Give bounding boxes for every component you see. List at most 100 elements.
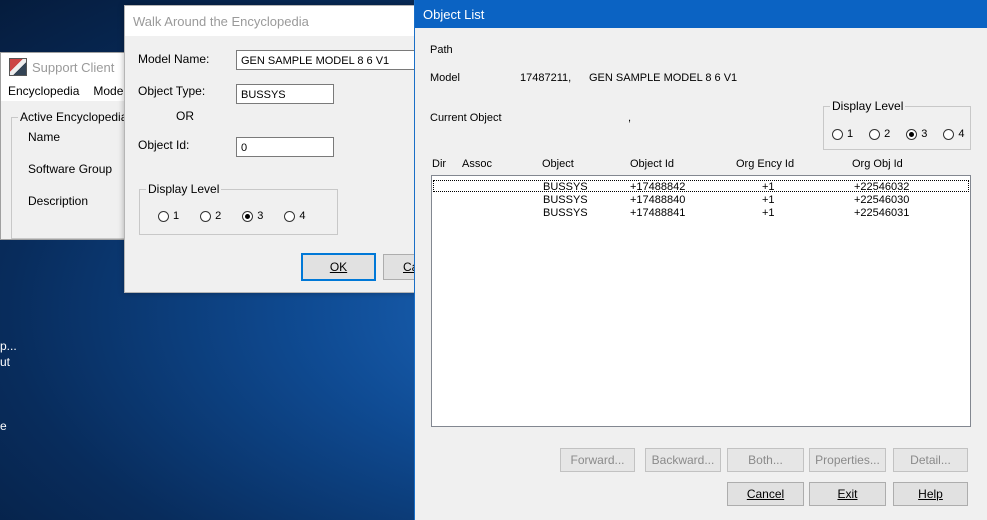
object-id-input[interactable]: 0 xyxy=(236,137,334,157)
path-label: Path xyxy=(430,44,453,56)
app-icon xyxy=(9,58,27,76)
column-header-org-ency-id[interactable]: Org Ency Id xyxy=(736,158,794,170)
exit-button-label: Exit xyxy=(837,487,858,501)
object-id-label: Object Id: xyxy=(138,138,190,152)
ol-level-4-option[interactable]: 4 xyxy=(943,128,965,140)
software-group-label: Software Group xyxy=(28,162,113,176)
object-list-titlebar[interactable]: Object List xyxy=(415,0,987,28)
level-2-label: 2 xyxy=(215,210,222,222)
properties-button[interactable]: Properties... xyxy=(809,448,886,472)
exit-button[interactable]: Exit xyxy=(809,482,886,506)
or-label: OR xyxy=(176,109,194,123)
model-name-input[interactable]: GEN SAMPLE MODEL 8 6 V1 xyxy=(236,50,421,70)
desktop-line: ut xyxy=(0,355,11,369)
backward-button-label: Backward... xyxy=(651,453,715,467)
row-1-org-obj-id[interactable]: +22546032 xyxy=(854,181,909,193)
ol-level-4-label: 4 xyxy=(958,128,965,140)
object-list-display-level-label: Display Level xyxy=(830,99,906,113)
walk-dialog-titlebar[interactable]: Walk Around the Encyclopedia xyxy=(125,6,425,36)
object-list-dialog: Object List Path Model 17487211, GEN SAM… xyxy=(414,0,987,520)
ol-level-1-option[interactable]: 1 xyxy=(832,128,853,140)
row-2-object-id[interactable]: +17488840 xyxy=(630,194,685,206)
ol-level-1-label: 1 xyxy=(847,128,854,140)
ol-level-3-option[interactable]: 3 xyxy=(906,128,927,140)
radio-selected-icon xyxy=(242,210,254,222)
forward-button[interactable]: Forward... xyxy=(560,448,635,472)
level-1-label: 1 xyxy=(173,210,180,222)
properties-button-label: Properties... xyxy=(815,453,880,467)
walk-around-dialog: Walk Around the Encyclopedia Model Name:… xyxy=(124,5,426,293)
help-button-label: Help xyxy=(918,487,943,501)
radio-icon xyxy=(200,210,212,222)
model-name-label: Model Name: xyxy=(138,52,210,66)
both-button-label: Both... xyxy=(748,453,783,467)
support-client-titlebar[interactable]: Support Client xyxy=(1,53,131,81)
row-1-object-id[interactable]: +17488842 xyxy=(630,181,685,193)
support-client-window: Support Client Encyclopedia Model Active… xyxy=(0,52,143,240)
radio-icon xyxy=(943,128,955,140)
description-label: Description xyxy=(28,194,89,208)
ol-level-3-label: 3 xyxy=(921,128,928,140)
ok-button-label: OK xyxy=(329,260,348,274)
row-1-org-ency-id[interactable]: +1 xyxy=(762,181,775,193)
display-level-group: Display Level 1 2 3 4 xyxy=(139,182,338,235)
column-header-assoc[interactable]: Assoc xyxy=(462,158,492,170)
radio-icon xyxy=(284,210,296,222)
radio-icon xyxy=(869,128,881,140)
current-object-label: Current Object xyxy=(430,112,502,124)
walk-dialog-title: Walk Around the Encyclopedia xyxy=(133,13,309,29)
level-4-label: 4 xyxy=(299,210,306,222)
ok-button[interactable]: OK xyxy=(301,253,376,281)
level-2-option[interactable]: 2 xyxy=(200,210,221,222)
row-3-org-obj-id[interactable]: +22546031 xyxy=(854,207,909,219)
row-2-object[interactable]: BUSSYS xyxy=(543,194,588,206)
help-button[interactable]: Help xyxy=(893,482,968,506)
cancel-button-label: Cancel xyxy=(746,487,785,501)
backward-button[interactable]: Backward... xyxy=(645,448,721,472)
object-list-display-level-group: Display Level 1 2 3 4 xyxy=(823,99,971,150)
level-1-option[interactable]: 1 xyxy=(158,210,179,222)
row-2-org-obj-id[interactable]: +22546030 xyxy=(854,194,909,206)
radio-selected-icon xyxy=(906,128,918,140)
current-object-value: , xyxy=(628,112,632,124)
level-3-option[interactable]: 3 xyxy=(242,210,263,222)
level-3-label: 3 xyxy=(257,210,264,222)
model-id-value: 17487211, xyxy=(520,72,572,84)
row-3-org-ency-id[interactable]: +1 xyxy=(762,207,775,219)
model-label: Model xyxy=(430,72,460,84)
desktop-line: p... xyxy=(0,339,17,353)
model-name-value: GEN SAMPLE MODEL 8 6 V1 xyxy=(589,72,738,84)
column-header-object-id[interactable]: Object Id xyxy=(630,158,674,170)
radio-icon xyxy=(158,210,169,222)
both-button[interactable]: Both... xyxy=(727,448,804,472)
display-level-label: Display Level xyxy=(146,182,222,196)
name-label: Name xyxy=(28,130,61,144)
radio-icon xyxy=(832,128,843,140)
ol-level-2-label: 2 xyxy=(884,128,891,140)
desktop-line: e xyxy=(0,419,7,433)
object-type-input[interactable]: BUSSYS xyxy=(236,84,334,104)
object-list-display-level-radios: 1 2 3 4 xyxy=(832,128,965,140)
detail-button[interactable]: Detail... xyxy=(893,448,968,472)
row-3-object-id[interactable]: +17488841 xyxy=(630,207,685,219)
forward-button-label: Forward... xyxy=(570,453,625,467)
column-header-object[interactable]: Object xyxy=(542,158,574,170)
desktop-text: p... ut e xyxy=(0,338,17,434)
row-1-object[interactable]: BUSSYS xyxy=(543,181,588,193)
object-list-title: Object List xyxy=(423,6,485,22)
active-encyclopedia-label: Active Encyclopedia xyxy=(18,110,130,124)
object-listbox[interactable]: BUSSYS +17488842 +1 +22546032 BUSSYS +17… xyxy=(431,175,971,427)
cancel-button[interactable]: Cancel xyxy=(727,482,804,506)
level-4-option[interactable]: 4 xyxy=(284,210,306,222)
object-type-label: Object Type: xyxy=(138,84,206,98)
detail-button-label: Detail... xyxy=(910,453,951,467)
support-client-title: Support Client xyxy=(32,59,115,75)
support-client-menubar: Encyclopedia Model xyxy=(1,81,131,101)
ol-level-2-option[interactable]: 2 xyxy=(869,128,890,140)
column-header-org-obj-id[interactable]: Org Obj Id xyxy=(852,158,903,170)
menu-encyclopedia[interactable]: Encyclopedia xyxy=(1,84,86,98)
row-3-object[interactable]: BUSSYS xyxy=(543,207,588,219)
column-header-dir[interactable]: Dir xyxy=(432,158,446,170)
row-2-org-ency-id[interactable]: +1 xyxy=(762,194,775,206)
display-level-radios: 1 2 3 4 xyxy=(158,210,327,222)
